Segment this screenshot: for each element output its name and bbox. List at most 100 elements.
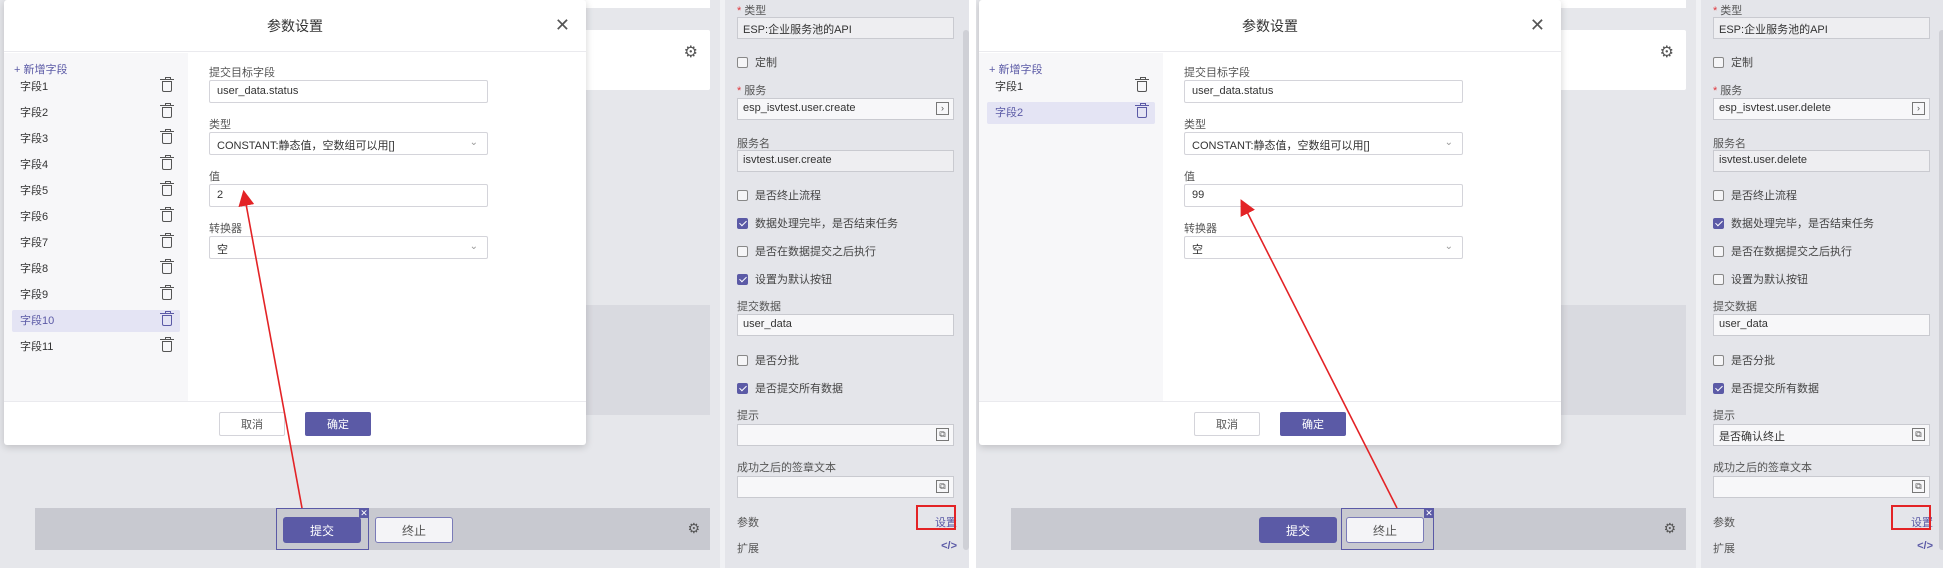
type-select[interactable]: CONSTANT:静态值，空数组可以用[] ⌄	[209, 132, 488, 155]
field-list-item[interactable]: 字段10	[12, 310, 180, 332]
params-dialog: 参数设置 ✕ + 新增字段 字段1 字段2 提交目标字段 user_data.st…	[979, 0, 1561, 445]
end-task-checkbox[interactable]: 数据处理完毕，是否结束任务	[1713, 215, 1874, 231]
service-field[interactable]: esp_isvtest.user.create ›	[737, 98, 954, 120]
checkbox-checked-icon	[737, 273, 748, 285]
trash-icon[interactable]	[160, 311, 174, 326]
field-list-item[interactable]: 字段11	[12, 336, 180, 358]
divider	[969, 0, 976, 568]
code-icon[interactable]: </>	[1917, 540, 1933, 552]
service-field[interactable]: esp_isvtest.user.delete ›	[1713, 98, 1930, 120]
cancel-button[interactable]: 取消	[219, 412, 285, 436]
success-text-field[interactable]: ⧉	[1713, 476, 1930, 498]
stop-button[interactable]: 终止	[375, 517, 453, 543]
ok-button[interactable]: 确定	[305, 412, 371, 436]
field-list-item[interactable]: 字段6	[12, 206, 180, 228]
field-list-item-label: 字段6	[20, 211, 49, 223]
chevron-down-icon: ⌄	[469, 137, 478, 148]
trash-icon[interactable]	[160, 259, 174, 274]
after-submit-checkbox[interactable]: 是否在数据提交之后执行	[1713, 243, 1852, 259]
field-list-item[interactable]: 字段1	[12, 76, 180, 98]
close-icon[interactable]: ✕	[1424, 508, 1434, 518]
field-list-item[interactable]: 字段5	[12, 180, 180, 202]
abort-checkbox[interactable]: 是否终止流程	[737, 187, 821, 203]
field-list: + 新增字段 字段1 字段2 字段3 字段4 字段5 字段6 字段7 字段8 字段9 字段10 字段…	[4, 53, 188, 401]
submit-all-checkbox[interactable]: 是否提交所有数据	[1713, 380, 1819, 396]
selection-frame	[276, 508, 369, 550]
add-field-button[interactable]: + 新增字段	[14, 61, 67, 77]
translate-icon[interactable]: ⧉	[936, 428, 949, 441]
type-field[interactable]: ESP:企业服务池的API	[1713, 17, 1930, 39]
trash-icon[interactable]	[160, 285, 174, 300]
trash-icon[interactable]	[160, 207, 174, 222]
value-label: 值	[209, 171, 220, 183]
trash-icon[interactable]	[160, 337, 174, 352]
after-submit-checkbox[interactable]: 是否在数据提交之后执行	[737, 243, 876, 259]
close-icon[interactable]: ✕	[555, 16, 570, 34]
end-task-checkbox[interactable]: 数据处理完毕，是否结束任务	[737, 215, 898, 231]
trash-icon[interactable]	[160, 233, 174, 248]
field-list-item[interactable]: 字段2	[12, 102, 180, 124]
abort-checkbox[interactable]: 是否终止流程	[1713, 187, 1797, 203]
translate-icon[interactable]: ⧉	[1912, 480, 1925, 493]
type-field[interactable]: ESP:企业服务池的API	[737, 17, 954, 39]
field-list-item[interactable]: 字段7	[12, 232, 180, 254]
gear-icon[interactable]: ⚙	[1663, 520, 1676, 537]
submit-button[interactable]: 提交	[1259, 517, 1337, 543]
value-label: 值	[1184, 171, 1195, 183]
default-button-checkbox[interactable]: 设置为默认按钮	[1713, 271, 1808, 287]
target-field-input[interactable]: user_data.status	[209, 80, 488, 103]
converter-select[interactable]: 空 ⌄	[1184, 236, 1463, 259]
success-text-field[interactable]: ⧉	[737, 476, 954, 498]
submit-all-checkbox[interactable]: 是否提交所有数据	[737, 380, 843, 396]
gear-icon[interactable]: ⚙	[684, 42, 698, 62]
hint-field[interactable]: ⧉	[737, 424, 954, 446]
cancel-button[interactable]: 取消	[1194, 412, 1260, 436]
service-name-field[interactable]: isvtest.user.create	[737, 150, 954, 172]
field-list-item[interactable]: 字段9	[12, 284, 180, 306]
close-icon[interactable]: ✕	[1530, 16, 1545, 34]
gear-icon[interactable]: ⚙	[1660, 42, 1674, 62]
trash-icon[interactable]	[1135, 103, 1149, 118]
custom-checkbox[interactable]: 定制	[1713, 54, 1753, 70]
hint-field[interactable]: 是否确认终止 ⧉	[1713, 424, 1930, 446]
submit-data-field[interactable]: user_data	[1713, 314, 1930, 336]
expand-icon[interactable]: ›	[1912, 102, 1925, 115]
default-button-checkbox[interactable]: 设置为默认按钮	[737, 271, 832, 287]
trash-icon[interactable]	[160, 77, 174, 92]
gear-icon[interactable]: ⚙	[687, 520, 700, 537]
trash-icon[interactable]	[160, 103, 174, 118]
translate-icon[interactable]: ⧉	[1912, 428, 1925, 441]
field-list-item[interactable]: 字段2	[987, 102, 1155, 124]
ok-button[interactable]: 确定	[1280, 412, 1346, 436]
translate-icon[interactable]: ⧉	[936, 480, 949, 493]
field-list-item[interactable]: 字段4	[12, 154, 180, 176]
code-icon[interactable]: </>	[941, 540, 957, 552]
submit-data-field[interactable]: user_data	[737, 314, 954, 336]
value-input[interactable]: 99	[1184, 184, 1463, 207]
value-input[interactable]: 2	[209, 184, 488, 207]
field-list-item[interactable]: 字段8	[12, 258, 180, 280]
custom-checkbox[interactable]: 定制	[737, 54, 777, 70]
field-list-item[interactable]: 字段1	[987, 76, 1155, 98]
close-icon[interactable]: ✕	[359, 508, 369, 518]
trash-icon[interactable]	[1135, 77, 1149, 92]
type-select[interactable]: CONSTANT:静态值，空数组可以用[] ⌄	[1184, 132, 1463, 155]
type-label: * 类型	[1713, 5, 1743, 17]
trash-icon[interactable]	[160, 155, 174, 170]
trash-icon[interactable]	[160, 181, 174, 196]
target-field-label: 提交目标字段	[1184, 67, 1250, 79]
expand-icon[interactable]: ›	[936, 102, 949, 115]
field-list-item[interactable]: 字段3	[12, 128, 180, 150]
add-field-button[interactable]: + 新增字段	[989, 61, 1042, 77]
batch-checkbox[interactable]: 是否分批	[737, 352, 799, 368]
checkbox-icon	[1713, 245, 1724, 257]
target-field-input[interactable]: user_data.status	[1184, 80, 1463, 103]
type-label: 类型	[1184, 119, 1206, 131]
service-name-field[interactable]: isvtest.user.delete	[1713, 150, 1930, 172]
converter-select[interactable]: 空 ⌄	[209, 236, 488, 259]
scrollbar[interactable]	[1939, 30, 1943, 550]
trash-icon[interactable]	[160, 129, 174, 144]
batch-checkbox[interactable]: 是否分批	[1713, 352, 1775, 368]
field-list-item-label: 字段1	[20, 81, 49, 93]
field-list: + 新增字段 字段1 字段2	[979, 53, 1163, 401]
